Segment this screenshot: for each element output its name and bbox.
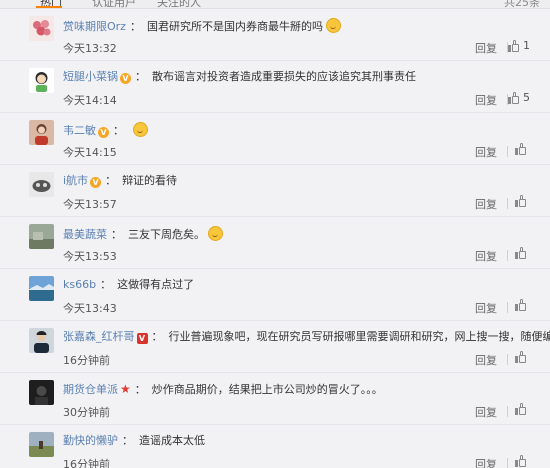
comment-list: 赏味期限Orz：国君研究所不是国内券商最牛掰的吗 今天13:32 回复 1 短腿…	[0, 9, 550, 468]
thumbs-up-icon	[515, 351, 527, 363]
avatar[interactable]	[29, 432, 54, 457]
like-count: 5	[523, 91, 530, 104]
reply-button[interactable]: 回复	[475, 248, 497, 264]
verified-badge-icon: V	[120, 73, 131, 84]
comment-row: 韦二敏 V： 今天14:15 回复	[0, 113, 550, 165]
reply-button[interactable]: 回复	[475, 404, 497, 420]
username[interactable]: 短腿小菜锅	[63, 70, 118, 83]
comment-row: 短腿小菜锅 V：散布谣言对投资者造成重要损失的应该追究其刑事责任 今天14:14 …	[0, 61, 550, 113]
comment-time: 16分钟前	[63, 354, 110, 367]
verified-badge-icon: V	[98, 127, 109, 138]
comment-text: 散布谣言对投资者造成重要损失的应该追究其刑事责任	[152, 70, 416, 83]
username[interactable]: 韦二敏	[63, 124, 96, 137]
comment-text: 行业普遍现象吧，现在研究员写研报哪里需要调研和研究，网上搜一搜，随便编!	[168, 330, 550, 343]
comment-row: 勤快的懒驴：造谣成本太低 16分钟前 回复	[0, 425, 550, 468]
thumbs-up-icon	[515, 247, 527, 259]
username[interactable]: 赏味期限Orz	[63, 20, 126, 33]
like-button[interactable]	[515, 195, 530, 207]
thumbs-up-icon	[508, 91, 520, 104]
like-button[interactable]	[515, 299, 530, 311]
comment-tabs-bar: 热门 认证用户 关注的人 共25条	[0, 0, 550, 9]
comment-time: 今天13:32	[63, 42, 117, 55]
tab-verified-users[interactable]: 认证用户	[92, 0, 136, 8]
comment-text: 造谣成本太低	[139, 434, 205, 447]
comment-panel: 热门 认证用户 关注的人 共25条 赏味期限Orz：国君研究所不是国内券商最牛掰…	[0, 0, 550, 468]
comment-row: ks66b：这做得有点过了 今天13:43 回复	[0, 269, 550, 321]
comment-time: 16分钟前	[63, 458, 110, 468]
verified-badge-icon: V	[136, 333, 148, 344]
like-button[interactable]	[515, 247, 530, 259]
username[interactable]: ks66b	[63, 278, 96, 291]
like-button[interactable]: 5	[508, 91, 530, 104]
comment-time: 今天13:53	[63, 250, 117, 263]
comment-row: 最美蔬菜：三友下周危矣。 今天13:53 回复	[0, 217, 550, 269]
thumbs-up-icon	[515, 143, 527, 155]
comment-text: 炒作商品期价，结果把上市公司炒的冒火了。。。	[151, 383, 383, 396]
reply-button[interactable]: 回复	[475, 92, 497, 108]
comment-time: 今天13:43	[63, 302, 117, 315]
thumbs-up-icon	[515, 403, 527, 415]
avatar[interactable]	[29, 276, 54, 301]
star-badge-icon: ★	[120, 382, 131, 396]
like-button[interactable]	[515, 351, 530, 363]
comment-text: 三友下周危矣。	[128, 228, 205, 241]
comment-text: 国君研究所不是国内券商最牛掰的吗	[146, 20, 323, 33]
divider	[507, 250, 508, 261]
avatar[interactable]	[29, 328, 54, 353]
tab-following[interactable]: 关注的人	[157, 0, 201, 8]
comment-text: 这做得有点过了	[117, 278, 195, 291]
avatar[interactable]	[29, 16, 54, 41]
comment-row: i航市 V：辩证的看待 今天13:57 回复	[0, 165, 550, 217]
divider	[507, 354, 508, 365]
username[interactable]: 期货仓单派	[63, 383, 118, 396]
divider	[507, 302, 508, 313]
reply-button[interactable]: 回复	[475, 40, 497, 56]
like-button[interactable]	[515, 143, 530, 155]
reply-button[interactable]: 回复	[475, 456, 497, 468]
avatar[interactable]	[29, 68, 54, 93]
username[interactable]: 张嘉森_红杆哥	[63, 330, 135, 343]
smiley-emoji-icon	[133, 122, 148, 137]
avatar[interactable]	[29, 120, 54, 145]
thumbs-up-icon	[508, 39, 520, 52]
comment-total: 共25条	[504, 0, 540, 9]
like-button[interactable]	[515, 403, 530, 415]
like-button[interactable]: 1	[508, 39, 530, 52]
thumbs-up-icon	[515, 299, 527, 311]
active-tab-indicator	[36, 6, 62, 8]
avatar[interactable]	[29, 224, 54, 249]
smiley-emoji-icon	[325, 18, 341, 33]
thumbs-up-icon	[515, 195, 527, 207]
smiley-emoji-icon	[208, 226, 223, 241]
verified-badge-icon: V	[90, 177, 102, 188]
comment-text: 辩证的看待	[122, 174, 178, 187]
username[interactable]: 最美蔬菜	[63, 228, 107, 241]
comment-row: 张嘉森_红杆哥 V：行业普遍现象吧，现在研究员写研报哪里需要调研和研究，网上搜一搜…	[0, 321, 550, 373]
thumbs-up-icon	[515, 455, 527, 467]
divider	[507, 458, 508, 468]
username[interactable]: 勤快的懒驴	[63, 434, 118, 447]
comment-time: 30分钟前	[63, 406, 110, 419]
divider	[507, 198, 508, 209]
reply-button[interactable]: 回复	[475, 352, 497, 368]
divider	[507, 406, 508, 417]
reply-button[interactable]: 回复	[475, 144, 497, 160]
comment-time: 今天14:15	[63, 146, 117, 159]
like-button[interactable]	[515, 455, 530, 467]
reply-button[interactable]: 回复	[475, 300, 497, 316]
username[interactable]: i航市	[63, 174, 88, 187]
comment-time: 今天13:57	[63, 198, 117, 211]
avatar[interactable]	[29, 172, 54, 197]
divider	[507, 146, 508, 157]
comment-time: 今天14:14	[63, 94, 117, 107]
avatar[interactable]	[29, 380, 54, 405]
comment-row: 期货仓单派 ★：炒作商品期价，结果把上市公司炒的冒火了。。。 30分钟前 回复	[0, 373, 550, 425]
reply-button[interactable]: 回复	[475, 196, 497, 212]
comment-row: 赏味期限Orz：国君研究所不是国内券商最牛掰的吗 今天13:32 回复 1	[0, 9, 550, 61]
like-count: 1	[523, 39, 530, 52]
